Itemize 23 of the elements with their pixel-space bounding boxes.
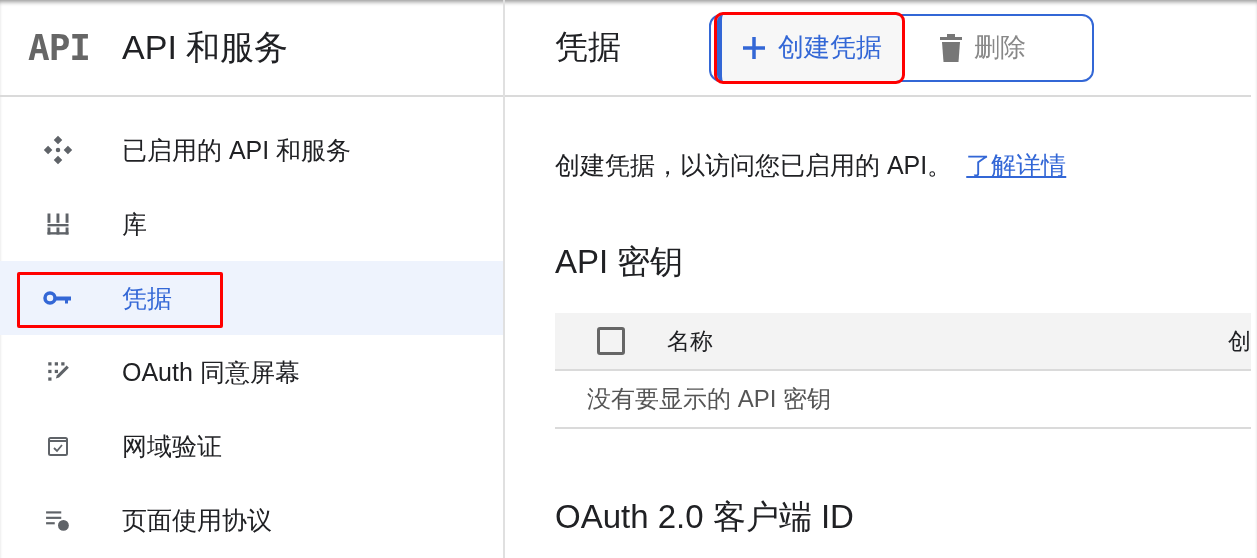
plus-icon: [742, 35, 766, 60]
sidebar-item[interactable]: 页面使用协议: [0, 483, 503, 557]
checkbox[interactable]: [597, 327, 625, 355]
section-title: API 密钥: [555, 242, 685, 282]
checkbox-icon: [46, 434, 70, 458]
column-header: 创: [1228, 326, 1251, 356]
learn-more-link[interactable]: 了解详情: [966, 149, 1067, 182]
sidebar-item[interactable]: OAuth 同意屏幕: [0, 335, 503, 409]
trash-icon: [940, 33, 962, 62]
sidebar-item[interactable]: 凭据: [0, 261, 503, 335]
diamond-dots-icon: [41, 133, 75, 167]
product-title: API 和服务: [122, 26, 289, 68]
api-logo: API: [28, 27, 91, 68]
section-title: OAuth 2.0 客户端 ID: [555, 497, 855, 537]
page-title: 凭据: [555, 27, 621, 67]
create-button[interactable]: 创建凭据: [717, 14, 902, 81]
sidebar-item[interactable]: 网域验证: [0, 409, 503, 483]
empty-message: 没有要显示的 API 密钥: [587, 384, 832, 414]
intro-text: 创建凭据，以访问您已启用的 API。: [555, 150, 953, 181]
sidebar-item[interactable]: 库: [0, 187, 503, 261]
column-header: 名称: [667, 326, 714, 356]
key-icon: [43, 289, 73, 307]
sidebar-item[interactable]: 已启用的 API 和服务: [0, 113, 503, 187]
